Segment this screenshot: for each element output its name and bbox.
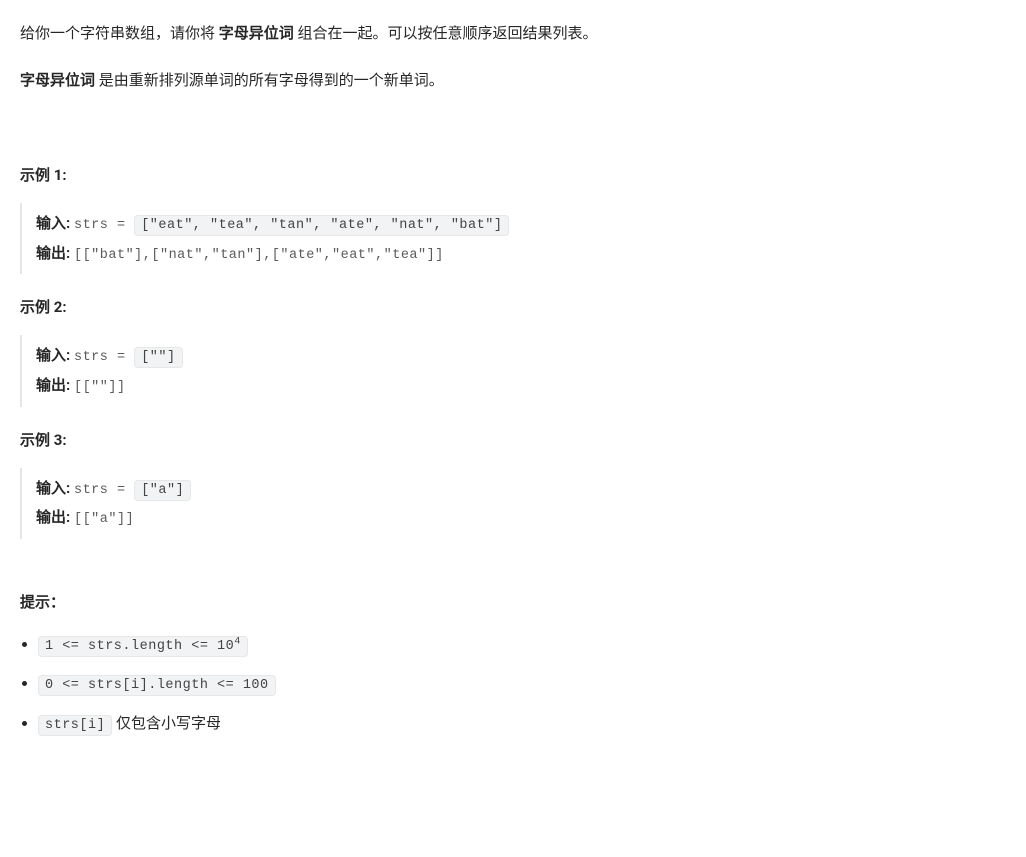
constraint-code: strs[i] [38,715,112,736]
intro-line-2: 字母异位词 是由重新排列源单词的所有字母得到的一个新单词。 [20,67,1006,94]
constraint-text: 仅包含小写字母 [112,714,221,732]
example-input-line: 输入: strs = ["a"] [36,474,1006,504]
example-heading: 示例 1: [20,162,1006,189]
intro-line-1: 给你一个字符串数组，请你将 字母异位词 组合在一起。可以按任意顺序返回结果列表。 [20,20,1006,47]
example-block: 输入: strs = ["a"] 输出: [["a"]] [20,468,1006,539]
example-heading: 示例 2: [20,294,1006,321]
constraints-heading: 提示： [20,589,1006,616]
input-label: 输入: [36,479,74,497]
example-input-line: 输入: strs = [""] [36,341,1006,371]
output-value: [["bat"],["nat","tan"],["ate","eat","tea… [74,248,444,263]
example-block: 输入: strs = [""] 输出: [[""]] [20,335,1006,406]
constraint-item: 0 <= strs[i].length <= 100 [38,671,1006,697]
constraint-item: strs[i] 仅包含小写字母 [38,711,1006,737]
example-output-line: 输出: [["bat"],["nat","tan"],["ate","eat",… [36,239,1006,269]
output-label: 输出: [36,244,74,262]
output-label: 输出: [36,376,74,394]
input-prefix: strs = [74,350,134,365]
input-value: [""] [134,347,182,368]
example-3: 示例 3: 输入: strs = ["a"] 输出: [["a"]] [20,427,1006,539]
input-label: 输入: [36,214,74,232]
example-block: 输入: strs = ["eat", "tea", "tan", "ate", … [20,203,1006,274]
input-value: ["eat", "tea", "tan", "ate", "nat", "bat… [134,215,509,236]
example-input-line: 输入: strs = ["eat", "tea", "tan", "ate", … [36,209,1006,239]
input-prefix: strs = [74,483,134,498]
input-value: ["a"] [134,480,191,501]
example-heading: 示例 3: [20,427,1006,454]
example-output-line: 输出: [[""]] [36,371,1006,401]
input-label: 输入: [36,346,74,364]
intro-text: 给你一个字符串数组，请你将 [20,24,219,42]
constraint-code: 0 <= strs[i].length <= 100 [38,675,276,696]
intro-text: 是由重新排列源单词的所有字母得到的一个新单词。 [95,71,444,89]
output-value: [[""]] [74,380,126,395]
example-1: 示例 1: 输入: strs = ["eat", "tea", "tan", "… [20,162,1006,274]
constraints-list: 1 <= strs.length <= 104 0 <= strs[i].len… [20,632,1006,737]
output-value: [["a"]] [74,512,134,527]
constraint-code: 1 <= strs.length <= 104 [38,636,248,657]
intro-text: 组合在一起。可以按任意顺序返回结果列表。 [294,24,598,42]
output-label: 输出: [36,508,74,526]
example-output-line: 输出: [["a"]] [36,503,1006,533]
example-2: 示例 2: 输入: strs = [""] 输出: [[""]] [20,294,1006,406]
constraint-item: 1 <= strs.length <= 104 [38,632,1006,658]
input-prefix: strs = [74,218,134,233]
intro-bold-anagram: 字母异位词 [219,24,294,42]
intro-bold-anagram: 字母异位词 [20,71,95,89]
